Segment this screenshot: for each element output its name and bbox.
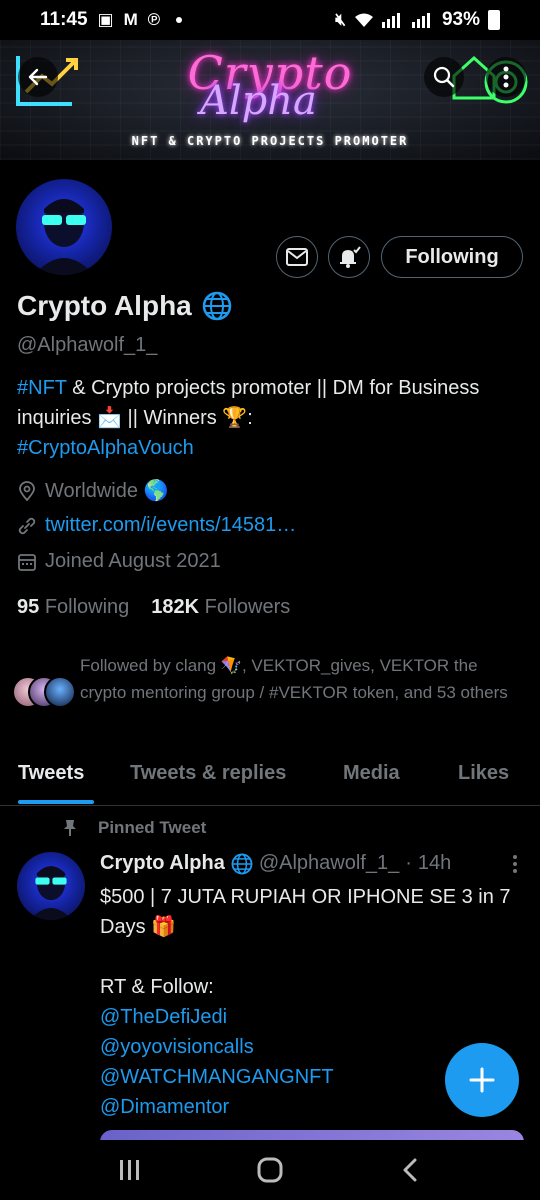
followed-by-text[interactable]: Followed by clang 🪁, VEKTOR_gives, VEKTO… — [80, 652, 520, 706]
tweet-more-icon[interactable] — [508, 852, 522, 876]
tweet-separator: · — [405, 852, 412, 874]
tweet-header: Crypto Alpha @Alphawolf_1_ · 14h — [100, 852, 451, 875]
pinned-text: Pinned Tweet — [98, 818, 207, 837]
envelope-icon — [286, 248, 308, 266]
profile-location: Worldwide 🌎 — [17, 478, 168, 503]
tweet-time: 14h — [417, 852, 452, 874]
joined-text: Joined August 2021 — [45, 550, 221, 572]
profile-name: Crypto Alpha — [17, 290, 192, 321]
profile-avatar[interactable] — [12, 175, 116, 279]
website-link[interactable]: twitter.com/i/events/14581… — [45, 514, 296, 537]
avatar-illustration-icon — [29, 866, 73, 920]
search-button[interactable] — [424, 57, 464, 97]
gallery-icon: ▣ — [97, 10, 114, 29]
following-count-link[interactable]: 95 Following — [17, 596, 129, 619]
tab-media[interactable]: Media — [343, 762, 400, 785]
pinterest-icon: ℗ — [147, 10, 161, 29]
search-icon — [433, 66, 455, 88]
following-label: Following — [44, 596, 130, 618]
banner-subtitle: NFT & CRYPTO PROJECTS PROMOTER — [131, 134, 409, 148]
signal-icon-2 — [411, 13, 430, 28]
tweet-author-handle: @Alphawolf_1_ — [258, 852, 400, 874]
pinned-tweet-label: Pinned Tweet — [62, 818, 206, 838]
tab-likes[interactable]: Likes — [458, 762, 509, 785]
profile-bio: #NFT & Crypto projects promoter || DM fo… — [17, 373, 527, 463]
profile-banner[interactable]: Crypto Alpha NFT & CRYPTO PROJECTS PROMO… — [0, 40, 540, 160]
recent-apps-icon — [120, 1160, 139, 1180]
mute-icon: 🔇︎ — [335, 10, 346, 29]
bell-check-icon — [340, 246, 361, 268]
follower-avatar — [44, 676, 76, 708]
tab-tweets[interactable]: Tweets — [18, 762, 84, 785]
back-nav-button[interactable] — [390, 1150, 430, 1190]
chevron-left-icon — [403, 1158, 417, 1182]
home-button[interactable] — [250, 1150, 290, 1190]
following-count: 95 — [17, 596, 40, 618]
calendar-icon — [18, 553, 36, 571]
follow-counts: 95 Following 182K Followers — [17, 596, 290, 619]
back-button[interactable] — [18, 57, 58, 97]
location-text: Worldwide 🌎 — [45, 480, 169, 502]
notifications-button[interactable] — [328, 236, 370, 278]
profile-tabs: Tweets Tweets & replies Media Likes — [0, 750, 540, 806]
arrow-left-icon — [28, 68, 48, 86]
wifi-icon — [354, 13, 373, 27]
signal-icon — [381, 13, 400, 28]
compose-tweet-button[interactable] — [445, 1043, 519, 1117]
notification-dot-icon — [176, 17, 183, 23]
profile-handle: @Alphawolf_1_ — [17, 334, 158, 356]
followers-label: Followers — [204, 596, 291, 618]
link-icon — [18, 517, 36, 534]
more-options-button[interactable] — [486, 57, 526, 97]
bio-text: & Crypto projects promoter || DM for Bus… — [17, 377, 480, 429]
tweet-mention[interactable]: @TheDefiJedi — [100, 1002, 525, 1032]
tweet-author-name[interactable]: Crypto Alpha — [100, 852, 225, 875]
plus-icon — [469, 1067, 495, 1093]
tweet-avatar[interactable] — [17, 852, 85, 920]
bio-hashtag-vouch[interactable]: #CryptoAlphaVouch — [17, 437, 194, 459]
tab-tweets-replies[interactable]: Tweets & replies — [130, 762, 286, 785]
recent-apps-button[interactable] — [110, 1150, 150, 1190]
following-button[interactable]: Following — [381, 236, 523, 278]
globe-icon — [231, 853, 253, 874]
followers-count: 182K — [151, 596, 200, 618]
home-icon — [257, 1157, 283, 1183]
bio-hashtag-nft[interactable]: #NFT — [17, 377, 67, 399]
globe-icon — [202, 291, 231, 321]
profile-joined: Joined August 2021 — [17, 550, 221, 573]
battery-percent: 93% — [441, 9, 480, 30]
system-nav-bar — [0, 1140, 540, 1200]
gmail-icon: M — [123, 10, 138, 29]
followers-count-link[interactable]: 182K Followers — [151, 596, 290, 619]
pin-icon — [64, 820, 76, 836]
active-tab-indicator — [18, 800, 94, 804]
status-bar: 11:45 ▣ M ℗ 🔇︎ 93% — [0, 0, 540, 40]
location-pin-icon — [19, 480, 35, 501]
banner-title-line2: Alpha — [200, 78, 317, 124]
tweet-text: $500 | 7 JUTA RUPIAH OR IPHONE SE 3 in 7… — [100, 886, 511, 998]
more-vertical-icon — [503, 66, 509, 88]
message-button[interactable] — [276, 236, 318, 278]
profile-website[interactable]: twitter.com/i/events/14581… — [17, 514, 296, 537]
profile-name-row: Crypto Alpha — [17, 290, 232, 322]
followed-by-avatars[interactable] — [12, 676, 76, 710]
status-time: 11:45 — [40, 9, 88, 30]
battery-icon — [488, 10, 500, 30]
avatar-illustration-icon — [34, 199, 94, 275]
